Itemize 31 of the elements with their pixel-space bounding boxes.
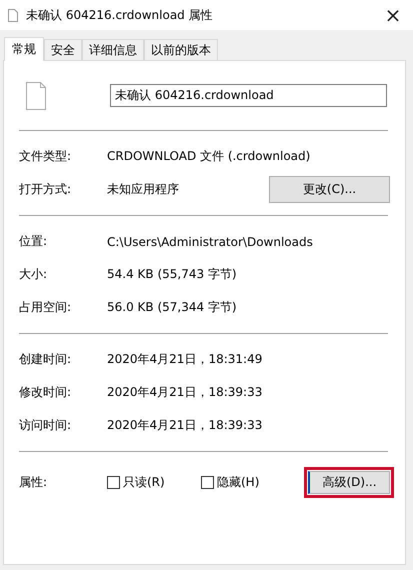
field-label: 大小: bbox=[19, 266, 48, 283]
tab[interactable]: 以前的版本 bbox=[144, 39, 218, 60]
field-value: 2020年4月21日，18:39:33 bbox=[107, 417, 264, 434]
tab[interactable]: 常规 bbox=[4, 37, 44, 61]
file-icon bbox=[26, 82, 46, 110]
field-label: 打开方式: bbox=[19, 181, 72, 198]
file-icon bbox=[8, 8, 18, 22]
tab[interactable]: 安全 bbox=[44, 39, 82, 60]
window-title: 未确认 604216.crdownload 属性 bbox=[26, 6, 214, 24]
field-label: 修改时间: bbox=[19, 384, 72, 401]
field-value: 56.0 KB (57,344 字节) bbox=[107, 299, 238, 316]
field-label: 占用空间: bbox=[19, 299, 72, 316]
close-button[interactable]: × bbox=[373, 0, 413, 30]
field-value: 未知应用程序 bbox=[107, 181, 180, 198]
field-label: 访问时间: bbox=[19, 417, 72, 434]
checkbox-label: 只读(R) bbox=[123, 474, 165, 490]
checkbox[interactable] bbox=[107, 476, 120, 488]
field-value: 2020年4月21日，18:39:33 bbox=[107, 384, 264, 401]
field-label: 文件类型: bbox=[19, 148, 72, 165]
field-value: CRDOWNLOAD 文件 (.crdownload) bbox=[107, 148, 312, 165]
field-label: 属性: bbox=[19, 474, 48, 490]
checkbox[interactable] bbox=[201, 476, 214, 488]
checkbox-label: 隐藏(H) bbox=[217, 474, 260, 490]
field-value: C:\Users\Administrator\Downloads bbox=[107, 234, 314, 248]
field-label: 创建时间: bbox=[19, 351, 72, 368]
change-button[interactable]: 更改(C)... bbox=[269, 176, 390, 203]
field-value: 2020年4月21日，18:31:49 bbox=[107, 351, 264, 368]
tab[interactable]: 详细信息 bbox=[82, 39, 144, 60]
field-label: 位置: bbox=[19, 233, 48, 250]
file-name-field[interactable]: 未确认 604216.crdownload bbox=[110, 84, 387, 107]
field-value: 54.4 KB (55,743 字节) bbox=[107, 266, 238, 283]
